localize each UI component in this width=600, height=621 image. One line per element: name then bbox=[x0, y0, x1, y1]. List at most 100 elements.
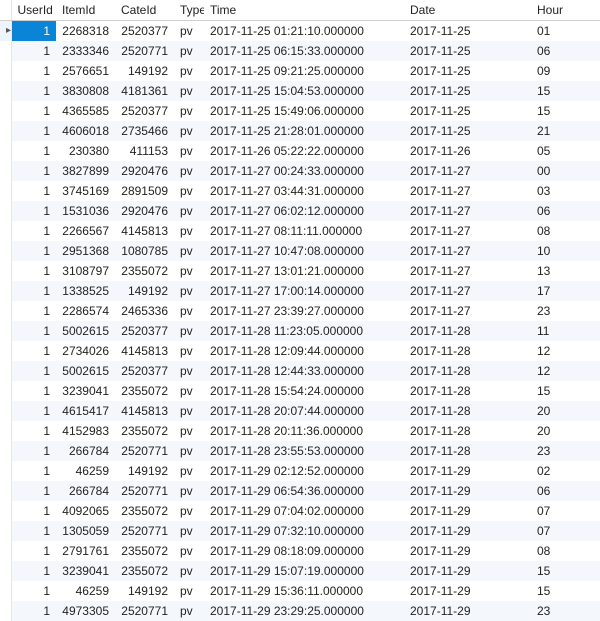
cell-hour[interactable]: 05 bbox=[531, 141, 600, 161]
cell-type[interactable]: pv bbox=[174, 361, 204, 381]
cell-type[interactable]: pv bbox=[174, 441, 204, 461]
table-row[interactable]: 113050592520771pv2017-11-29 07:32:10.000… bbox=[0, 521, 600, 541]
table-row[interactable]: 141529832355072pv2017-11-28 20:11:36.000… bbox=[0, 421, 600, 441]
cell-cateid[interactable]: 2520771 bbox=[115, 481, 174, 501]
cell-time[interactable]: 2017-11-28 11:23:05.000000 bbox=[204, 321, 404, 341]
cell-hour[interactable]: 10 bbox=[531, 241, 600, 261]
cell-hour[interactable]: 01 bbox=[531, 21, 600, 42]
cell-type[interactable]: pv bbox=[174, 301, 204, 321]
table-row[interactable]: 115310362920476pv2017-11-27 06:02:12.000… bbox=[0, 201, 600, 221]
cell-hour[interactable]: 13 bbox=[531, 261, 600, 281]
cell-itemid[interactable]: 2286574 bbox=[56, 301, 115, 321]
cell-time[interactable]: 2017-11-27 06:02:12.000000 bbox=[204, 201, 404, 221]
col-header-date[interactable]: Date bbox=[404, 0, 531, 21]
cell-userid[interactable]: 1 bbox=[11, 481, 56, 501]
cell-itemid[interactable]: 2576651 bbox=[56, 61, 115, 81]
cell-hour[interactable]: 08 bbox=[531, 221, 600, 241]
cell-date[interactable]: 2017-11-28 bbox=[404, 361, 531, 381]
cell-time[interactable]: 2017-11-25 09:21:25.000000 bbox=[204, 61, 404, 81]
cell-type[interactable]: pv bbox=[174, 221, 204, 241]
table-row[interactable]: 146259149192pv2017-11-29 15:36:11.000000… bbox=[0, 581, 600, 601]
cell-cateid[interactable]: 4145813 bbox=[115, 221, 174, 241]
cell-date[interactable]: 2017-11-28 bbox=[404, 321, 531, 341]
cell-hour[interactable]: 17 bbox=[531, 281, 600, 301]
cell-cateid[interactable]: 2355072 bbox=[115, 541, 174, 561]
cell-date[interactable]: 2017-11-27 bbox=[404, 301, 531, 321]
cell-time[interactable]: 2017-11-29 15:07:19.000000 bbox=[204, 561, 404, 581]
cell-userid[interactable]: 1 bbox=[11, 361, 56, 381]
cell-userid[interactable]: 1 bbox=[11, 81, 56, 101]
table-row[interactable]: 131087972355072pv2017-11-27 13:01:21.000… bbox=[0, 261, 600, 281]
table-row[interactable]: 132390412355072pv2017-11-28 15:54:24.000… bbox=[0, 381, 600, 401]
col-header-hour[interactable]: Hour bbox=[531, 0, 600, 21]
cell-time[interactable]: 2017-11-28 20:11:36.000000 bbox=[204, 421, 404, 441]
row-indicator[interactable] bbox=[0, 401, 11, 421]
row-indicator[interactable] bbox=[0, 161, 11, 181]
cell-hour[interactable]: 23 bbox=[531, 441, 600, 461]
cell-time[interactable]: 2017-11-27 13:01:21.000000 bbox=[204, 261, 404, 281]
cell-userid[interactable]: 1 bbox=[11, 401, 56, 421]
row-indicator[interactable] bbox=[0, 461, 11, 481]
cell-userid[interactable]: 1 bbox=[11, 241, 56, 261]
cell-userid[interactable]: 1 bbox=[11, 41, 56, 61]
table-row[interactable]: 122665674145813pv2017-11-27 08:11:11.000… bbox=[0, 221, 600, 241]
cell-time[interactable]: 2017-11-28 23:55:53.000000 bbox=[204, 441, 404, 461]
cell-itemid[interactable]: 2734026 bbox=[56, 341, 115, 361]
cell-userid[interactable]: 1 bbox=[11, 181, 56, 201]
row-indicator[interactable] bbox=[0, 241, 11, 261]
cell-date[interactable]: 2017-11-27 bbox=[404, 261, 531, 281]
cell-cateid[interactable]: 2920476 bbox=[115, 161, 174, 181]
cell-cateid[interactable]: 2465336 bbox=[115, 301, 174, 321]
table-row[interactable]: 138278992920476pv2017-11-27 00:24:33.000… bbox=[0, 161, 600, 181]
cell-userid[interactable]: 1 bbox=[11, 121, 56, 141]
cell-date[interactable]: 2017-11-29 bbox=[404, 501, 531, 521]
cell-itemid[interactable]: 3827899 bbox=[56, 161, 115, 181]
cell-type[interactable]: pv bbox=[174, 521, 204, 541]
cell-time[interactable]: 2017-11-29 07:04:02.000000 bbox=[204, 501, 404, 521]
cell-itemid[interactable]: 2333346 bbox=[56, 41, 115, 61]
cell-type[interactable]: pv bbox=[174, 601, 204, 621]
row-indicator[interactable] bbox=[0, 101, 11, 121]
table-row[interactable]: 122865742465336pv2017-11-27 23:39:27.000… bbox=[0, 301, 600, 321]
cell-userid[interactable]: 1 bbox=[11, 61, 56, 81]
cell-time[interactable]: 2017-11-27 08:11:11.000000 bbox=[204, 221, 404, 241]
cell-userid[interactable]: 1 bbox=[11, 161, 56, 181]
cell-hour[interactable]: 12 bbox=[531, 361, 600, 381]
cell-time[interactable]: 2017-11-25 15:49:06.000000 bbox=[204, 101, 404, 121]
table-row[interactable]: 150026152520377pv2017-11-28 12:44:33.000… bbox=[0, 361, 600, 381]
cell-type[interactable]: pv bbox=[174, 381, 204, 401]
cell-cateid[interactable]: 2355072 bbox=[115, 381, 174, 401]
row-indicator[interactable] bbox=[0, 501, 11, 521]
row-indicator[interactable] bbox=[0, 321, 11, 341]
table-row[interactable]: 129513681080785pv2017-11-27 10:47:08.000… bbox=[0, 241, 600, 261]
cell-cateid[interactable]: 2520771 bbox=[115, 441, 174, 461]
cell-cateid[interactable]: 2520771 bbox=[115, 601, 174, 621]
cell-itemid[interactable]: 2791761 bbox=[56, 541, 115, 561]
cell-date[interactable]: 2017-11-28 bbox=[404, 441, 531, 461]
cell-userid[interactable]: 1 bbox=[11, 541, 56, 561]
cell-hour[interactable]: 06 bbox=[531, 41, 600, 61]
cell-time[interactable]: 2017-11-27 23:39:27.000000 bbox=[204, 301, 404, 321]
cell-itemid[interactable]: 230380 bbox=[56, 141, 115, 161]
cell-cateid[interactable]: 2520377 bbox=[115, 101, 174, 121]
cell-itemid[interactable]: 1338525 bbox=[56, 281, 115, 301]
cell-time[interactable]: 2017-11-27 03:44:31.000000 bbox=[204, 181, 404, 201]
cell-time[interactable]: 2017-11-29 08:18:09.000000 bbox=[204, 541, 404, 561]
cell-date[interactable]: 2017-11-28 bbox=[404, 341, 531, 361]
cell-date[interactable]: 2017-11-25 bbox=[404, 121, 531, 141]
cell-itemid[interactable]: 5002615 bbox=[56, 361, 115, 381]
cell-type[interactable]: pv bbox=[174, 581, 204, 601]
cell-hour[interactable]: 23 bbox=[531, 301, 600, 321]
cell-type[interactable]: pv bbox=[174, 281, 204, 301]
cell-type[interactable]: pv bbox=[174, 101, 204, 121]
cell-cateid[interactable]: 2355072 bbox=[115, 261, 174, 281]
cell-date[interactable]: 2017-11-27 bbox=[404, 201, 531, 221]
cell-userid[interactable]: 1 bbox=[11, 261, 56, 281]
cell-itemid[interactable]: 46259 bbox=[56, 581, 115, 601]
cell-hour[interactable]: 06 bbox=[531, 201, 600, 221]
cell-type[interactable]: pv bbox=[174, 561, 204, 581]
table-row[interactable]: 12667842520771pv2017-11-28 23:55:53.0000… bbox=[0, 441, 600, 461]
cell-cateid[interactable]: 2520771 bbox=[115, 41, 174, 61]
cell-userid[interactable]: 1 bbox=[11, 101, 56, 121]
cell-date[interactable]: 2017-11-25 bbox=[404, 61, 531, 81]
